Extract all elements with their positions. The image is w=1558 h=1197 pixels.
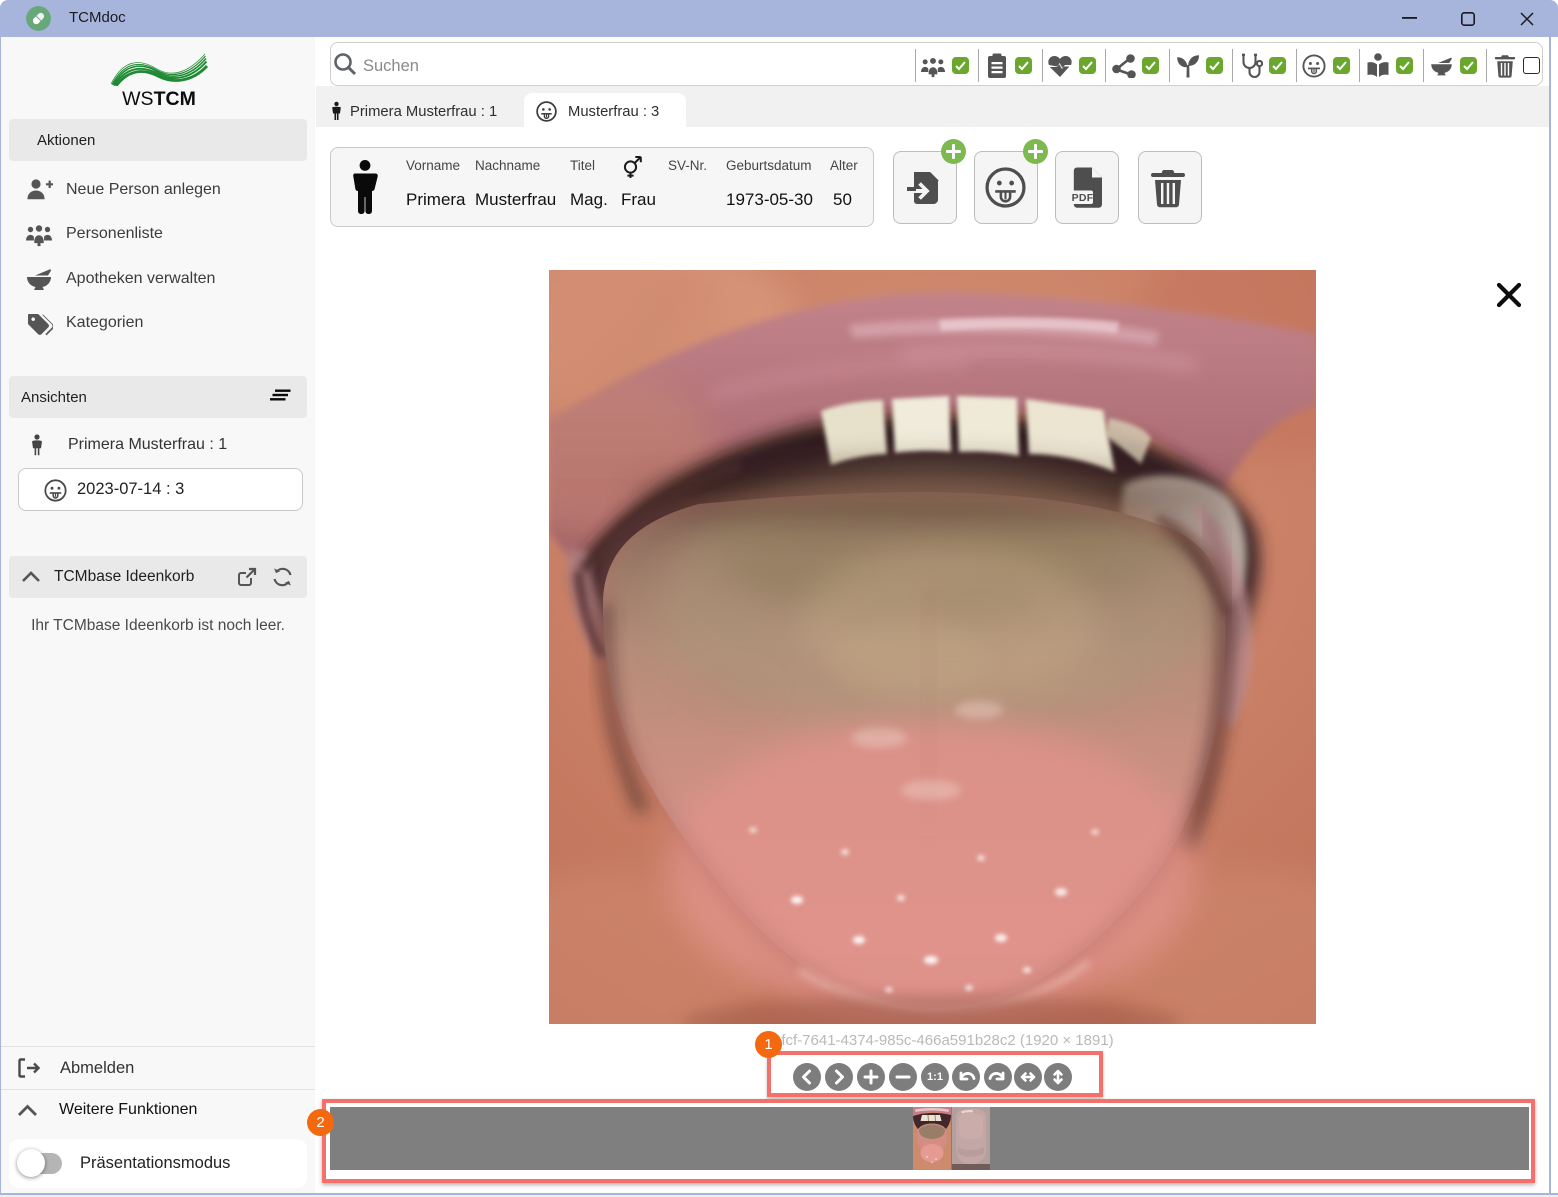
- svg-text:PDF: PDF: [1072, 192, 1094, 204]
